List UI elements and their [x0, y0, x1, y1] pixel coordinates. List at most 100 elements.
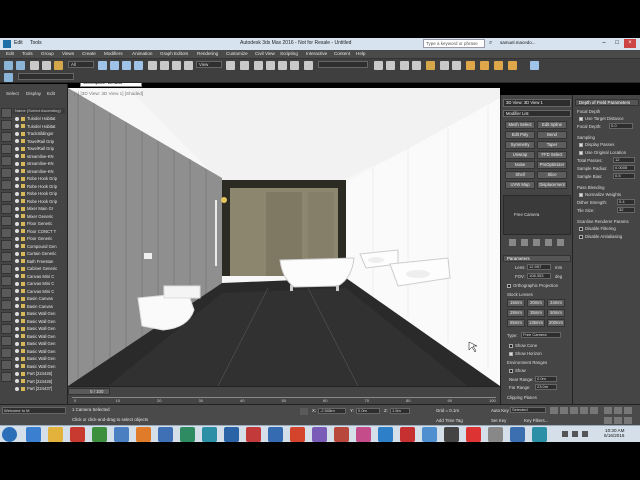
- menu-edit[interactable]: Edit: [6, 51, 14, 56]
- tab-select[interactable]: Select: [6, 91, 19, 96]
- internet-explorer-icon[interactable]: [26, 427, 41, 442]
- sample-bias-field[interactable]: 0.5: [613, 173, 635, 179]
- quick-edit-label[interactable]: Edit: [14, 40, 23, 46]
- explorer-row[interactable]: Part [224426]: [15, 371, 63, 378]
- display-all-icon[interactable]: [1, 216, 12, 226]
- viewport[interactable]: [+] [3D View: 3D View 1] [Shaded]: [68, 88, 500, 386]
- maximize-icon[interactable]: □: [611, 39, 623, 48]
- rendered-frame-window-icon[interactable]: [494, 61, 503, 70]
- explorer-row[interactable]: Tuinder Habitat: [15, 124, 63, 131]
- named-selection-select[interactable]: [318, 61, 368, 68]
- time-slider[interactable]: 0 / 100 0 10 20 30 40 50 60 70 80 90 100: [68, 386, 500, 404]
- env-show-checkbox[interactable]: Show: [509, 368, 526, 373]
- noise-button[interactable]: Noise: [505, 161, 535, 169]
- explorer-row[interactable]: Canvas Mini C: [15, 274, 63, 281]
- select-children-icon[interactable]: [1, 288, 12, 298]
- field-of-view-icon[interactable]: [604, 417, 612, 424]
- lens-35mm-button[interactable]: 35mm: [527, 309, 545, 317]
- pan-view-icon[interactable]: [614, 417, 622, 424]
- stack-item-free-camera[interactable]: Free Camera: [514, 212, 539, 217]
- visibility-eye-icon[interactable]: [15, 176, 19, 181]
- filter-hidden-icon[interactable]: [1, 360, 12, 370]
- move-icon[interactable]: [148, 61, 157, 70]
- zoom-extents-icon[interactable]: [624, 407, 632, 414]
- menu-graph-editors[interactable]: Graph Editors: [160, 51, 188, 56]
- y-coordinate-field[interactable]: 0.0m: [356, 408, 380, 414]
- visibility-eye-icon[interactable]: [15, 289, 19, 294]
- render-production-icon[interactable]: [508, 61, 517, 70]
- visibility-eye-icon[interactable]: [15, 116, 19, 121]
- mesh-select-button[interactable]: Mesh Select: [505, 121, 535, 129]
- visibility-eye-icon[interactable]: [15, 214, 19, 219]
- app-blue-icon[interactable]: [422, 427, 437, 442]
- maxscript-listener[interactable]: Welcome to M: [2, 407, 66, 414]
- edit-named-selection-icon[interactable]: [304, 61, 313, 70]
- parameters-rollout[interactable]: Parameters: [503, 255, 571, 262]
- use-original-location-checkbox[interactable]: Use Original Location: [579, 150, 626, 155]
- rotate-icon[interactable]: [160, 61, 169, 70]
- snaps-toggle-icon[interactable]: [254, 61, 263, 70]
- schematic-view-icon[interactable]: [452, 61, 461, 70]
- layer-explorer-icon[interactable]: [400, 61, 409, 70]
- visibility-eye-icon[interactable]: [15, 199, 19, 204]
- menu-group[interactable]: Group: [41, 51, 54, 56]
- explorer-row[interactable]: Robe Hook Grip: [15, 191, 63, 198]
- modifier-list-select[interactable]: Modifier List: [503, 110, 571, 117]
- explorer-row[interactable]: Mixer Generic: [15, 214, 63, 221]
- visibility-eye-icon[interactable]: [15, 244, 19, 249]
- select-manipulate-icon[interactable]: [240, 61, 249, 70]
- visibility-eye-icon[interactable]: [15, 154, 19, 159]
- visibility-eye-icon[interactable]: [15, 184, 19, 189]
- previous-frame-icon[interactable]: [560, 407, 568, 414]
- lens-85mm-button[interactable]: 85mm: [507, 319, 525, 327]
- undo-icon[interactable]: [4, 61, 13, 70]
- explorer-row[interactable]: Basic Wall Gen: [15, 319, 63, 326]
- word-icon[interactable]: [158, 427, 173, 442]
- play-icon[interactable]: [570, 407, 578, 414]
- uvw-map-button[interactable]: UVW Map: [505, 181, 535, 189]
- camera-type-select[interactable]: Free Camera: [521, 332, 561, 338]
- unwrap-button[interactable]: Unwrap: [505, 151, 535, 159]
- minimize-icon[interactable]: –: [598, 39, 610, 48]
- visibility-eye-icon[interactable]: [15, 274, 19, 279]
- visibility-eye-icon[interactable]: [15, 304, 19, 309]
- close-icon[interactable]: ×: [624, 39, 636, 48]
- menu-tools[interactable]: Tools: [22, 51, 33, 56]
- explorer-row[interactable]: streamline-KN: [15, 161, 63, 168]
- visibility-eye-icon[interactable]: [15, 206, 19, 211]
- zoom-icon[interactable]: [604, 407, 612, 414]
- link-icon[interactable]: [30, 61, 39, 70]
- visibility-eye-icon[interactable]: [15, 334, 19, 339]
- disable-filtering-checkbox[interactable]: Disable Filtering: [579, 226, 616, 231]
- firefox-icon[interactable]: [136, 427, 151, 442]
- material-editor-icon[interactable]: [466, 61, 475, 70]
- photoshop-icon[interactable]: [268, 427, 283, 442]
- object-name-field[interactable]: 3D View: 3D View 1: [503, 99, 571, 107]
- disable-antialiasing-checkbox[interactable]: Disable Antialiasing: [579, 234, 622, 239]
- dither-strength-field[interactable]: 0.4: [617, 199, 635, 205]
- explorer-row[interactable]: Basic Wall Gen: [15, 311, 63, 318]
- explorer-row[interactable]: Curtain Generic: [15, 251, 63, 258]
- show-cone-checkbox[interactable]: Show Cone: [509, 343, 537, 348]
- filter-settings-icon[interactable]: [1, 372, 12, 382]
- slice-button[interactable]: Slice: [537, 171, 567, 179]
- app-teal-icon[interactable]: [532, 427, 547, 442]
- bend-button[interactable]: Bend: [537, 131, 567, 139]
- visibility-eye-icon[interactable]: [15, 281, 19, 286]
- 3dsmax-taskbar-icon[interactable]: [202, 427, 217, 442]
- taper-button[interactable]: Taper: [537, 141, 567, 149]
- explorer-row[interactable]: Compound Gen: [15, 244, 63, 251]
- scale-icon[interactable]: [172, 61, 181, 70]
- menu-civil-view[interactable]: Civil View: [255, 51, 275, 56]
- redo-icon[interactable]: [16, 61, 25, 70]
- placement-icon[interactable]: [184, 61, 193, 70]
- explorer-row[interactable]: Tuinder Habitat: [15, 116, 63, 123]
- lens-20mm-button[interactable]: 20mm: [527, 299, 545, 307]
- search-icon[interactable]: ⌕: [489, 40, 492, 47]
- visibility-eye-icon[interactable]: [15, 311, 19, 316]
- sort-hierarchy-icon[interactable]: [1, 336, 12, 346]
- explorer-row[interactable]: Robe Hook Grip: [15, 176, 63, 183]
- go-to-end-icon[interactable]: [590, 407, 598, 414]
- show-end-result-icon[interactable]: [521, 239, 528, 246]
- select-by-name-icon[interactable]: [110, 61, 119, 70]
